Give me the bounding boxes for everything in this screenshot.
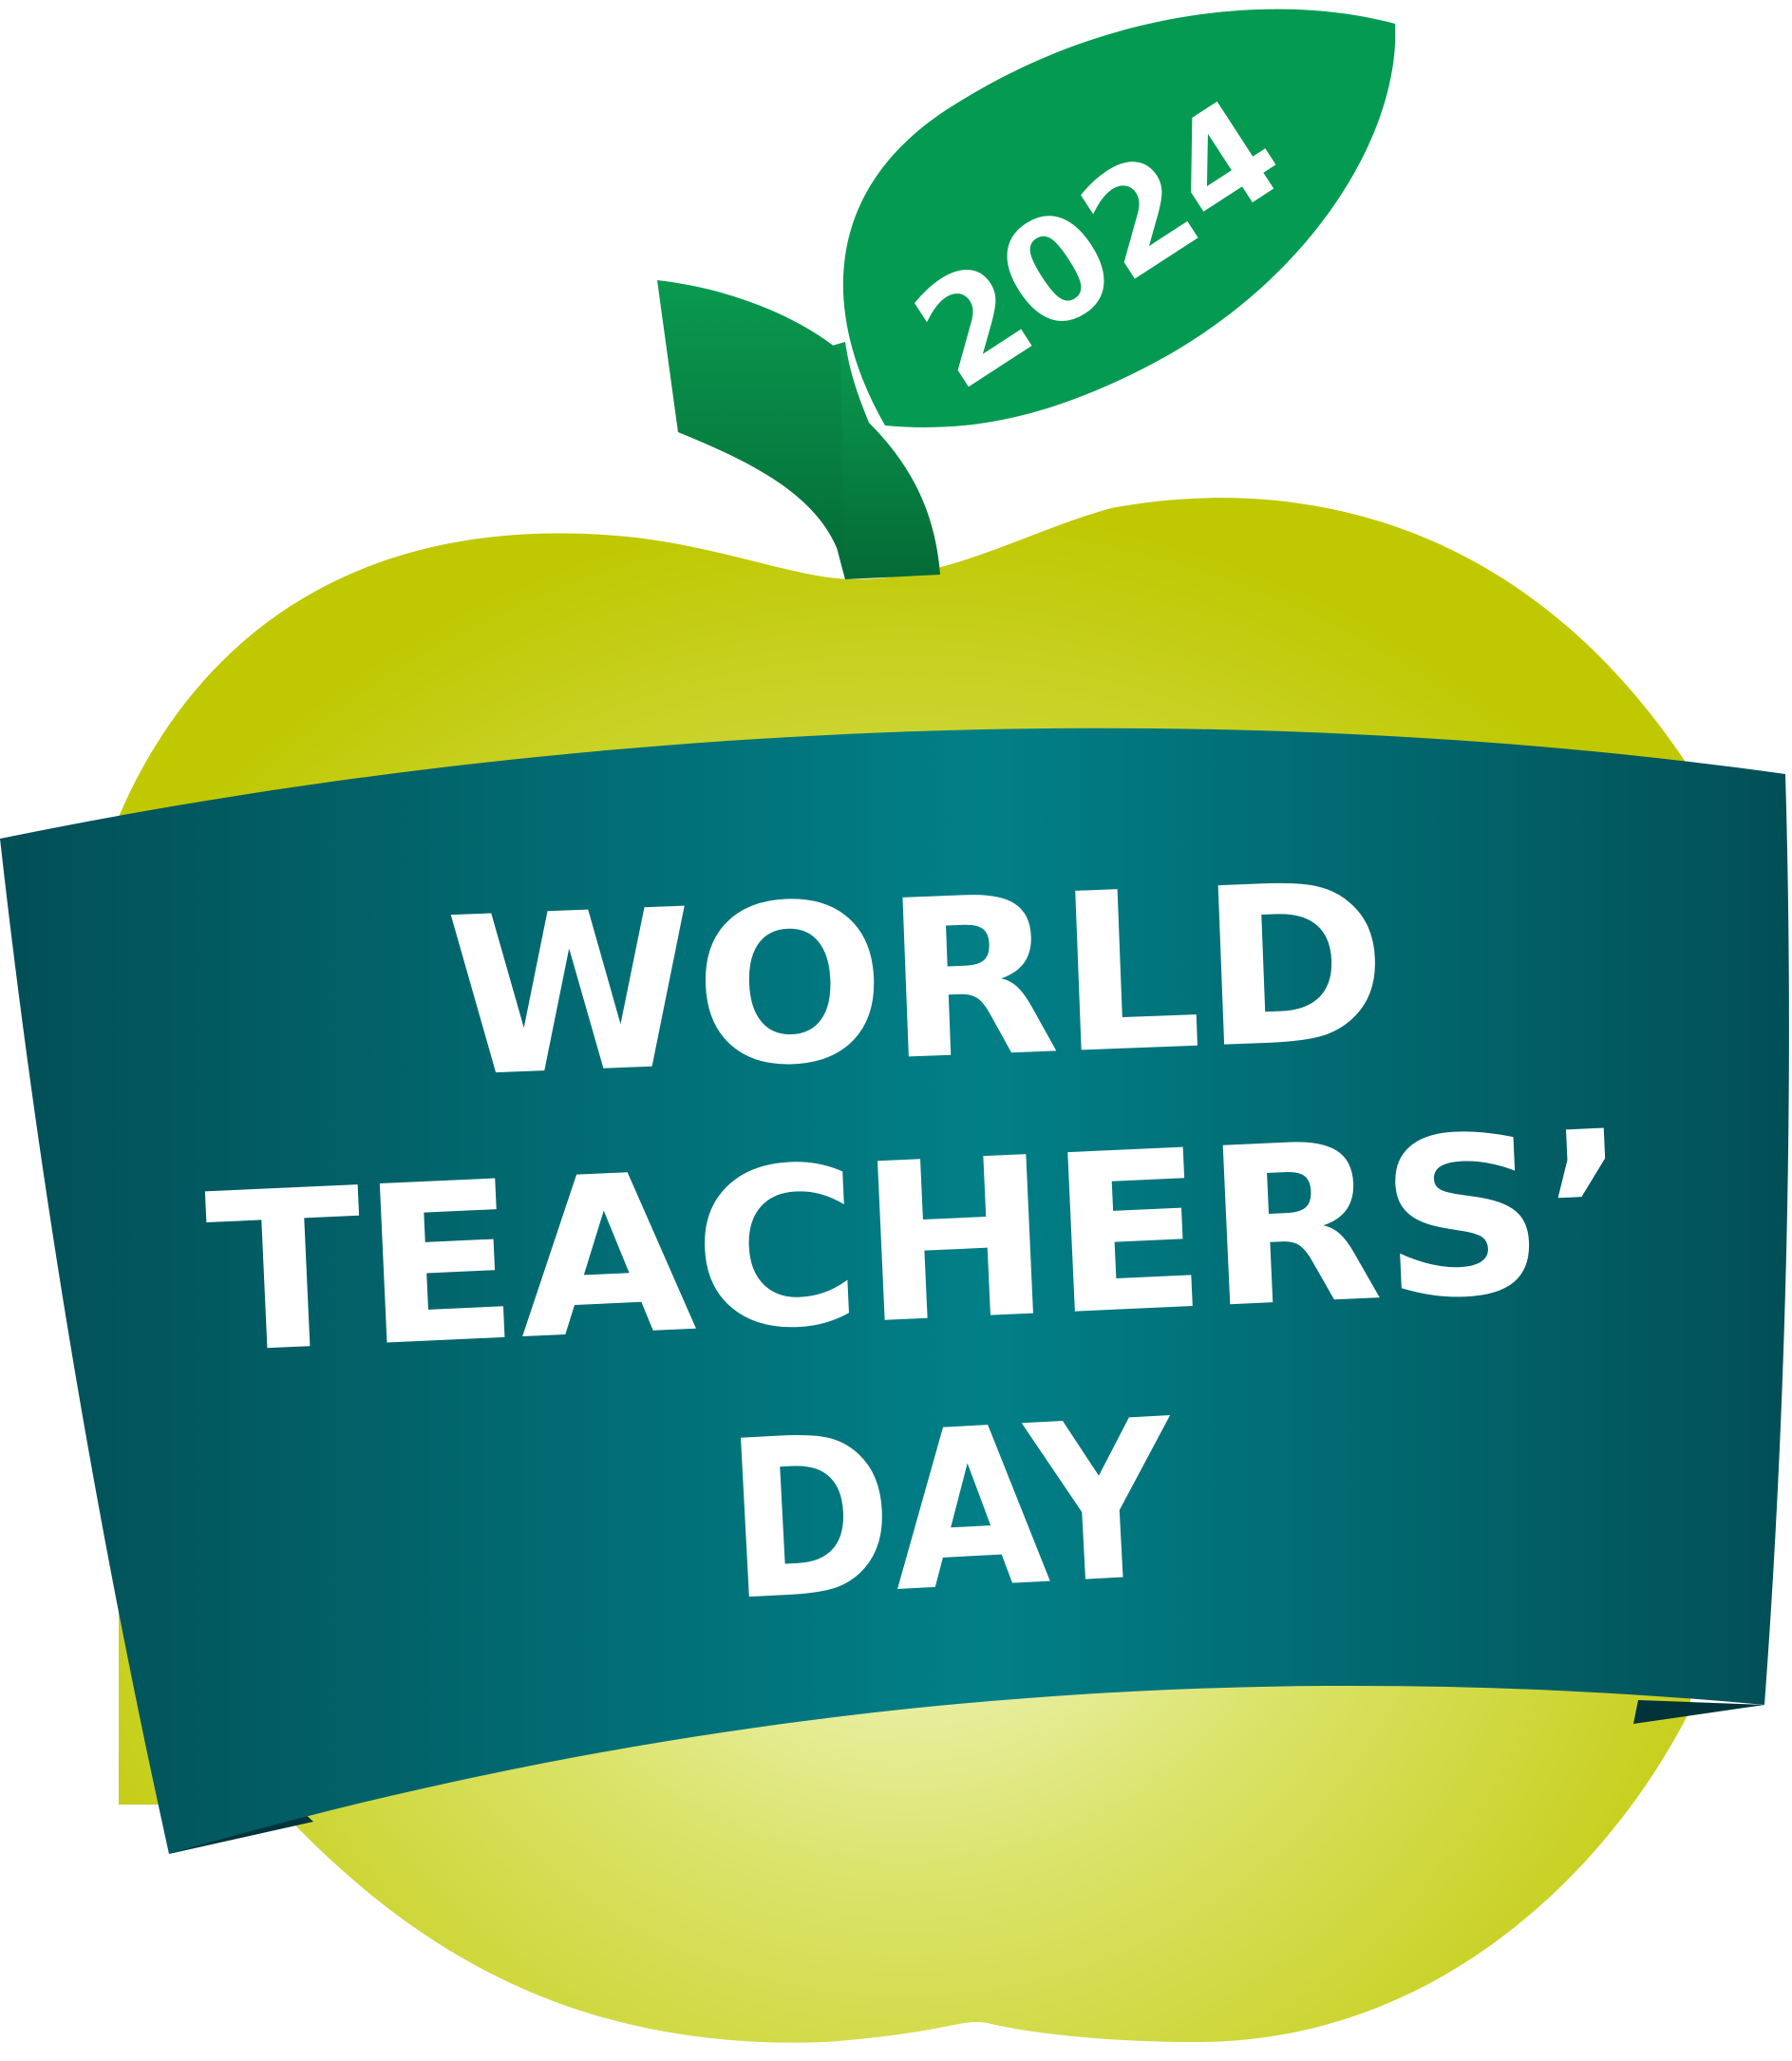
- world-teachers-day-logo: 2024 WORLD TEACHERS’ DAY: [0, 9, 1789, 2043]
- ribbon-fold-right: [1633, 1700, 1764, 1724]
- year-leaf: 2024: [842, 9, 1396, 427]
- title-line-day: DAY: [720, 1373, 1181, 1650]
- left-leaf-icon: [657, 280, 845, 579]
- title-line-world: WORLD: [443, 837, 1392, 1126]
